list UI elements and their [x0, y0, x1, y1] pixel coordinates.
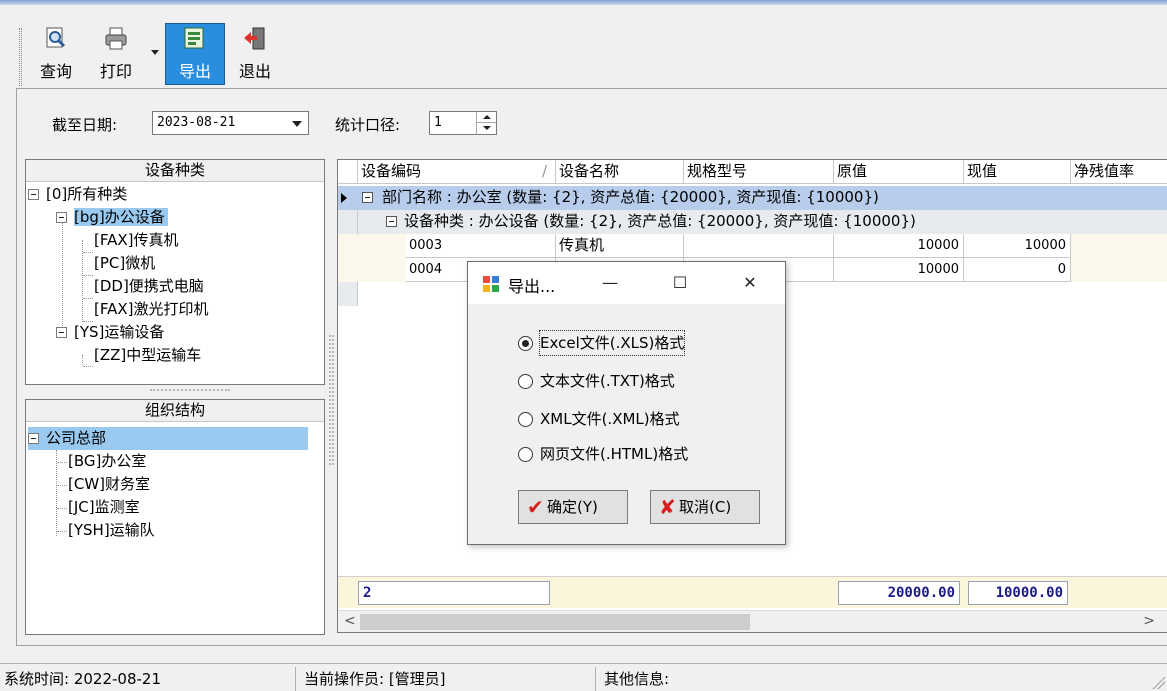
- radio-button[interactable]: [518, 374, 533, 389]
- category-tree-header: 设备种类: [26, 160, 324, 182]
- cell-current: 10000: [964, 234, 1071, 258]
- tree-node-hq[interactable]: 公司总部: [28, 427, 308, 450]
- printer-icon: [103, 26, 129, 52]
- close-icon[interactable]: ✕: [730, 268, 770, 298]
- exit-icon: [242, 26, 268, 52]
- status-operator: 当前操作员: [管理员]: [300, 667, 596, 691]
- tree-node-jc[interactable]: [JC]监测室: [68, 496, 140, 519]
- cell-current: 0: [964, 258, 1071, 282]
- maximize-icon[interactable]: ☐: [660, 268, 700, 298]
- tree-node-office[interactable]: [bg]办公设备: [56, 206, 168, 229]
- query-button[interactable]: 查询: [34, 24, 78, 84]
- scroll-left-icon[interactable]: <: [344, 613, 356, 629]
- tree-node-laptop[interactable]: [DD]便携式电脑: [94, 275, 204, 298]
- column-header-residual[interactable]: 净残值率: [1071, 160, 1167, 184]
- collapse-icon[interactable]: [56, 212, 67, 223]
- column-header-current[interactable]: 现值: [964, 160, 1071, 184]
- query-icon: [43, 26, 69, 52]
- app-icon: [483, 276, 499, 292]
- date-value: 2023-08-21: [157, 115, 236, 130]
- row-indicator-icon: [341, 193, 347, 203]
- org-tree: 组织结构 公司总部 [BG]办公室 [CW]财务室 [JC]监测室 [YSH]运…: [25, 399, 325, 635]
- print-dropdown-arrow-icon[interactable]: [151, 50, 159, 55]
- ok-button[interactable]: ✔ 确定(Y): [518, 490, 628, 524]
- cross-icon: ✘: [659, 495, 676, 519]
- panel-splitter[interactable]: [329, 335, 334, 465]
- export-icon: [182, 26, 208, 52]
- spin-up-icon[interactable]: [476, 112, 496, 123]
- tree-node-printer[interactable]: [FAX]激光打印机: [94, 298, 209, 321]
- toolbar: 查询 打印 导出 退出: [0, 14, 1167, 88]
- org-tree-header: 组织结构: [26, 400, 324, 422]
- table-row[interactable]: 0003 传真机 10000 10000: [338, 234, 1167, 258]
- exit-label: 退出: [238, 62, 271, 81]
- date-picker[interactable]: 2023-08-21: [152, 111, 309, 135]
- tree-node-all[interactable]: [0]所有种类: [28, 183, 127, 206]
- status-system-time: 系统时间: 2022-08-21: [0, 667, 296, 691]
- query-label: 查询: [39, 62, 72, 81]
- spin-down-icon[interactable]: [476, 123, 496, 134]
- dialog-title: 导出...: [508, 277, 556, 296]
- status-bar: 系统时间: 2022-08-21 当前操作员: [管理员] 其他信息:: [0, 663, 1167, 691]
- exit-button[interactable]: 退出: [232, 24, 278, 84]
- caliber-value: 1: [434, 115, 442, 130]
- scroll-thumb[interactable]: [360, 614, 750, 630]
- print-button[interactable]: 打印: [93, 24, 139, 84]
- summary-count: 2: [358, 581, 550, 605]
- scroll-right-icon[interactable]: >: [1143, 613, 1155, 629]
- group-row-category[interactable]: 设备种类 : 办公设备 (数量: {2}, 资产总值: {20000}, 资产现…: [358, 210, 1167, 234]
- radio-button[interactable]: [518, 412, 533, 427]
- cancel-button[interactable]: ✘ 取消(C): [650, 490, 760, 524]
- date-label: 截至日期:: [52, 116, 118, 134]
- summary-original-total: 20000.00: [838, 581, 960, 605]
- tree-node-cw[interactable]: [CW]财务室: [68, 473, 150, 496]
- horizontal-scrollbar[interactable]: < >: [338, 610, 1167, 632]
- collapse-icon[interactable]: [28, 433, 39, 444]
- radio-button[interactable]: [518, 336, 533, 351]
- print-label: 打印: [99, 62, 132, 81]
- tree-node-transport[interactable]: [YS]运输设备: [56, 321, 164, 344]
- window-top-edge: [0, 0, 1167, 5]
- collapse-icon[interactable]: [56, 327, 67, 338]
- column-header-original[interactable]: 原值: [834, 160, 964, 184]
- caliber-label: 统计口径:: [335, 116, 401, 134]
- cell-original: 10000: [834, 234, 964, 258]
- tree-node-ysh[interactable]: [YSH]运输队: [68, 519, 155, 542]
- dialog-title-bar[interactable]: 导出... — ☐ ✕: [468, 262, 785, 304]
- tree-splitter[interactable]: [150, 389, 230, 394]
- grid-summary-footer: 2 20000.00 10000.00: [338, 576, 1167, 608]
- grid-corner: [338, 160, 358, 184]
- check-icon: ✔: [527, 495, 544, 519]
- column-header-name[interactable]: 设备名称: [556, 160, 684, 184]
- radio-button[interactable]: [518, 447, 533, 462]
- column-header-spec[interactable]: 规格型号: [684, 160, 834, 184]
- chevron-down-icon[interactable]: [292, 121, 302, 127]
- export-dialog: 导出... — ☐ ✕ Excel文件(.XLS)格式 文本文件(.TXT)格式…: [467, 261, 786, 545]
- cell-original: 10000: [834, 258, 964, 282]
- export-button[interactable]: 导出: [165, 23, 225, 85]
- cell-name: 传真机: [556, 234, 684, 258]
- minimize-icon[interactable]: —: [590, 268, 630, 298]
- collapse-icon[interactable]: [386, 216, 397, 227]
- toolbar-grip[interactable]: [19, 28, 22, 86]
- tree-node-pc[interactable]: [PC]微机: [94, 252, 155, 275]
- export-label: 导出: [178, 62, 211, 81]
- tree-node-fax[interactable]: [FAX]传真机: [94, 229, 179, 252]
- tree-node-truck[interactable]: [ZZ]中型运输车: [94, 344, 201, 367]
- caliber-spinner[interactable]: 1: [429, 111, 497, 135]
- collapse-icon[interactable]: [362, 192, 373, 203]
- resize-grip-icon[interactable]: [1151, 675, 1165, 689]
- cell-code: 0003: [406, 234, 556, 258]
- cell-spec: [684, 234, 834, 258]
- group-row-department[interactable]: 部门名称 : 办公室 (数量: {2}, 资产总值: {20000}, 资产现值…: [338, 186, 1167, 210]
- column-header-code[interactable]: 设备编码 /: [358, 160, 556, 184]
- tree-node-bg[interactable]: [BG]办公室: [68, 450, 146, 473]
- summary-current-total: 10000.00: [968, 581, 1068, 605]
- category-tree: 设备种类 [0]所有种类 [bg]办公设备 [FAX]传真机 [PC]微机 [D…: [25, 159, 325, 385]
- sort-icon: /: [541, 162, 547, 180]
- collapse-icon[interactable]: [28, 189, 39, 200]
- status-other: 其他信息:: [604, 670, 670, 688]
